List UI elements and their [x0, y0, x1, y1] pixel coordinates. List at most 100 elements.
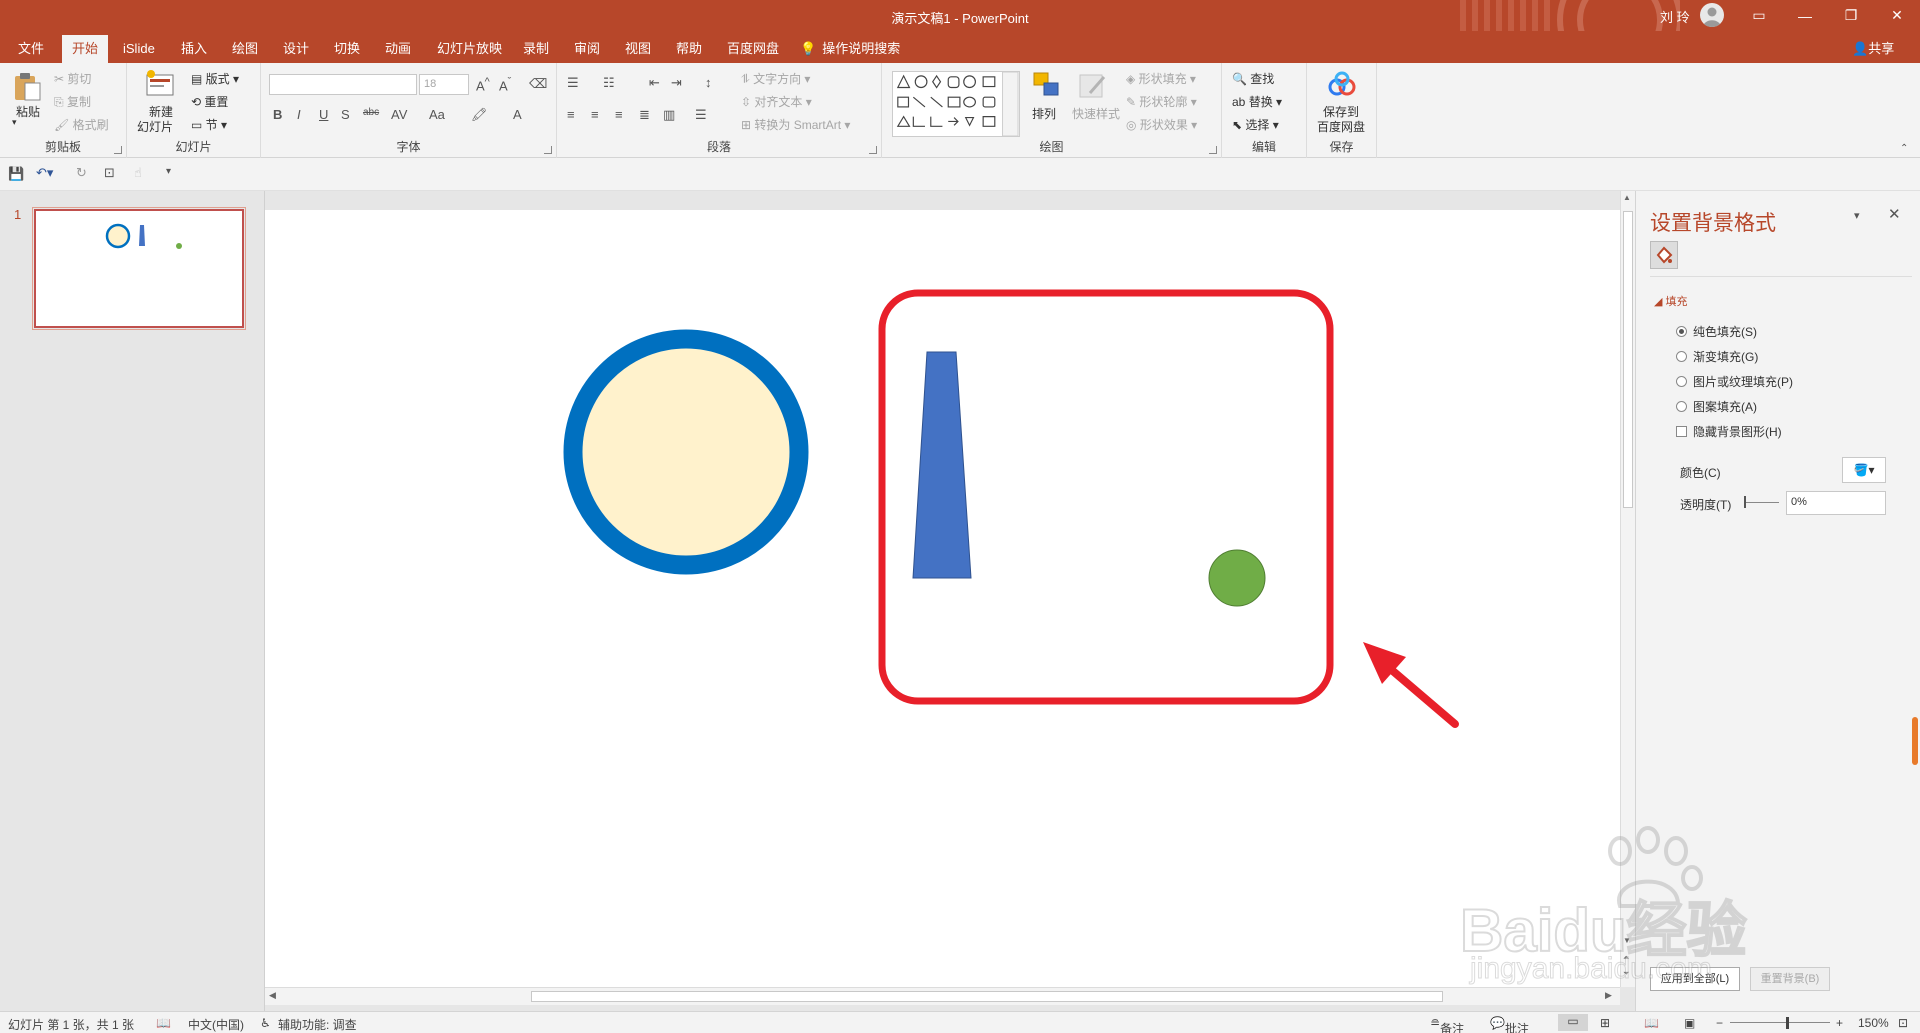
tab-transitions[interactable]: 切换 — [324, 35, 370, 63]
close-pane-icon[interactable]: ✕ — [1888, 205, 1901, 223]
scroll-down-icon[interactable]: ▼ — [1623, 936, 1631, 945]
tab-record[interactable]: 录制 — [513, 35, 559, 63]
layout-button[interactable]: ▤ 版式 ▾ — [191, 70, 239, 87]
gradient-fill-option[interactable]: 渐变填充(G) — [1676, 348, 1758, 365]
start-from-beginning-icon[interactable]: ⊡ — [104, 165, 115, 181]
align-right-icon[interactable]: ≡ — [615, 107, 623, 122]
align-left-icon[interactable]: ≡ — [567, 107, 575, 122]
tab-draw[interactable]: 绘图 — [222, 35, 268, 63]
horizontal-scrollbar[interactable]: ◀ ▶ — [265, 987, 1620, 1005]
decrease-font-size-icon[interactable]: Aˇ — [499, 76, 511, 93]
tab-baidu-netdisk[interactable]: 百度网盘 — [717, 35, 789, 63]
paste-button[interactable]: 粘贴 — [16, 103, 40, 120]
quick-styles-icon[interactable] — [1078, 71, 1108, 101]
scroll-left-icon[interactable]: ◀ — [269, 990, 276, 1001]
paragraph-direction-icon[interactable]: ☰ — [695, 107, 707, 123]
normal-view-icon[interactable]: ▭ — [1558, 1014, 1588, 1031]
numbering-icon[interactable]: ☷ — [603, 75, 615, 91]
drawing-launcher-icon[interactable] — [1209, 146, 1217, 154]
font-name-combo[interactable] — [269, 74, 417, 95]
language[interactable]: 中文(中国) — [188, 1016, 244, 1033]
comments-button[interactable]: 💬 批注 — [1490, 1016, 1529, 1033]
reset-button[interactable]: ⟲ 重置 — [191, 93, 228, 110]
yellow-circle-shape[interactable] — [563, 329, 809, 575]
reading-view-icon[interactable]: 📖 — [1644, 1016, 1659, 1030]
pane-scroll-indicator[interactable] — [1912, 717, 1918, 765]
ribbon-display-options-icon[interactable]: ▭ — [1736, 0, 1782, 31]
transparency-slider-handle[interactable] — [1744, 496, 1746, 508]
replace-button[interactable]: ab 替换 ▾ — [1232, 93, 1282, 110]
hide-background-checkbox[interactable] — [1676, 426, 1687, 437]
blue-trapezoid-shape[interactable] — [912, 351, 972, 579]
hide-background-option[interactable]: 隐藏背景图形(H) — [1676, 423, 1782, 440]
solid-fill-radio[interactable] — [1676, 326, 1687, 337]
font-launcher-icon[interactable] — [544, 146, 552, 154]
slide-canvas[interactable] — [265, 210, 1623, 987]
line-spacing-icon[interactable]: ↕ — [705, 75, 712, 90]
cut-button[interactable]: ✂ 剪切 — [54, 70, 91, 87]
underline-icon[interactable]: U — [319, 107, 328, 122]
minimize-button[interactable]: — — [1782, 0, 1828, 31]
scroll-up-icon[interactable]: ▲ — [1623, 193, 1631, 202]
share-button[interactable]: 👤共享 — [1852, 35, 1894, 63]
baidu-netdisk-icon[interactable] — [1327, 69, 1357, 99]
vertical-scrollbar[interactable]: ▲ ▼ ⏶ ⏷ — [1620, 191, 1635, 987]
section-button[interactable]: ▭ 节 ▾ — [191, 116, 227, 133]
font-size-combo[interactable]: 18 — [419, 74, 469, 95]
save-icon[interactable]: 💾 — [8, 166, 24, 182]
zoom-level[interactable]: 150% — [1858, 1016, 1889, 1030]
apply-to-all-button[interactable]: 应用到全部(L) — [1650, 967, 1740, 991]
tab-view[interactable]: 视图 — [615, 35, 661, 63]
pane-options-icon[interactable]: ▾ — [1854, 209, 1860, 222]
font-color-icon[interactable]: A — [513, 107, 522, 122]
customize-qat-icon[interactable]: ▾ — [166, 166, 171, 177]
shape-outline-button[interactable]: ✎ 形状轮廓 ▾ — [1126, 93, 1197, 110]
color-picker-button[interactable]: 🪣▾ — [1842, 457, 1886, 483]
character-spacing-icon[interactable]: AV — [391, 107, 407, 122]
align-center-icon[interactable]: ≡ — [591, 107, 599, 122]
next-slide-icon[interactable]: ⏷ — [1623, 969, 1629, 979]
horizontal-scroll-thumb[interactable] — [531, 991, 1443, 1002]
fit-to-window-icon[interactable]: ⊡ — [1898, 1016, 1908, 1030]
increase-font-size-icon[interactable]: A^ — [476, 76, 490, 93]
copy-button[interactable]: ⎘ 复制 — [54, 93, 91, 110]
select-button[interactable]: ⬉ 选择 ▾ — [1232, 116, 1279, 133]
notes-button[interactable]: ≘ 备注 — [1430, 1016, 1464, 1033]
slideshow-view-icon[interactable]: ▣ — [1684, 1016, 1695, 1030]
accessibility-status[interactable]: 辅助功能: 调查 — [278, 1016, 357, 1033]
bullets-icon[interactable]: ☰ — [567, 75, 579, 91]
paste-dropdown-icon[interactable]: ▾ — [12, 117, 17, 128]
picture-fill-radio[interactable] — [1676, 376, 1687, 387]
zoom-slider-handle[interactable] — [1786, 1017, 1789, 1029]
bold-icon[interactable]: B — [273, 107, 282, 122]
arrange-icon[interactable] — [1032, 71, 1062, 101]
format-painter-button[interactable]: 🖌 格式刷 — [54, 116, 109, 133]
shape-effects-button[interactable]: ◎ 形状效果 ▾ — [1126, 116, 1197, 133]
green-circle-shape[interactable] — [1208, 549, 1266, 607]
find-button[interactable]: 🔍 查找 — [1232, 70, 1274, 87]
solid-fill-option[interactable]: 纯色填充(S) — [1676, 323, 1757, 340]
slide-thumbnail[interactable] — [32, 207, 246, 330]
text-direction-button[interactable]: ⥮ 文字方向 ▾ — [741, 70, 810, 87]
zoom-in-icon[interactable]: + — [1836, 1016, 1843, 1030]
smartart-button[interactable]: ⊞ 转换为 SmartArt ▾ — [741, 116, 850, 133]
transparency-input[interactable]: 0% — [1786, 491, 1886, 515]
shape-fill-button[interactable]: ◈ 形状填充 ▾ — [1126, 70, 1196, 87]
tab-animations[interactable]: 动画 — [375, 35, 421, 63]
avatar[interactable] — [1700, 3, 1724, 27]
fill-category-icon[interactable] — [1650, 241, 1678, 269]
close-button[interactable]: ✕ — [1874, 0, 1920, 31]
decrease-indent-icon[interactable]: ⇤ — [649, 75, 660, 91]
pattern-fill-radio[interactable] — [1676, 401, 1687, 412]
touch-mode-icon[interactable]: ☝ — [134, 165, 142, 181]
columns-icon[interactable]: ▥ — [663, 107, 675, 123]
new-slide-icon[interactable] — [145, 69, 175, 99]
scroll-right-icon[interactable]: ▶ — [1605, 990, 1612, 1001]
quick-styles-button[interactable]: 快速样式 — [1072, 105, 1120, 122]
accessibility-icon[interactable]: ♿ — [260, 1016, 271, 1030]
pattern-fill-option[interactable]: 图案填充(A) — [1676, 398, 1757, 415]
redo-icon[interactable]: ↻ — [76, 165, 87, 181]
transparency-slider[interactable] — [1744, 502, 1779, 503]
tab-insert[interactable]: 插入 — [171, 35, 217, 63]
gradient-fill-radio[interactable] — [1676, 351, 1687, 362]
